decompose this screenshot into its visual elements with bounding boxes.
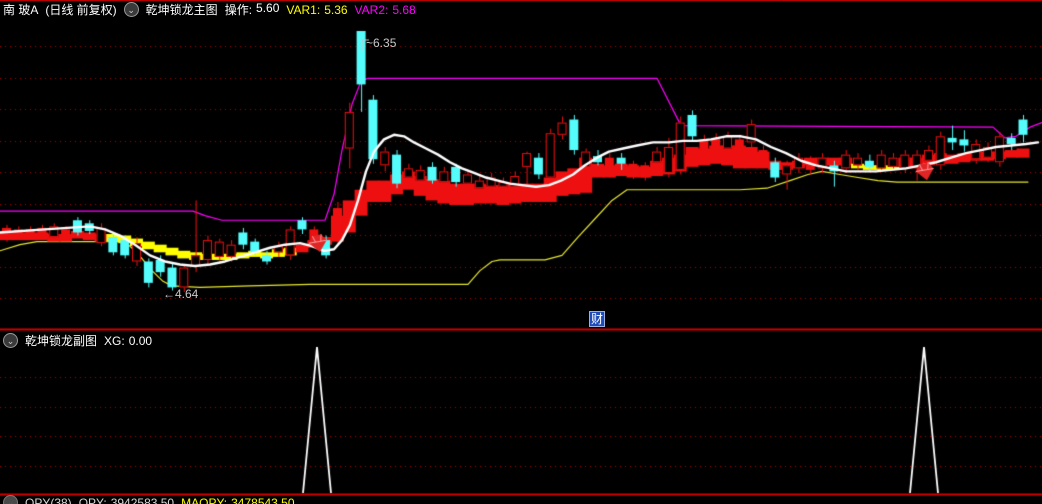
chevron-down-icon[interactable]: ⌄ (3, 333, 18, 348)
var1-label: VAR1: (286, 2, 321, 17)
xg-field: XG: 0.00 (104, 334, 152, 348)
symbol-name: 南 玻А (3, 3, 39, 17)
axis-date-badge: 财 (589, 311, 606, 327)
var1-value: 5.36 (324, 2, 348, 17)
sub-header: ⌄ 乾坤锁龙副图 XG: 0.00 (3, 332, 152, 349)
var1-field: VAR1: 5.36 (286, 3, 347, 17)
opy-field: OPY: 3942583.50 (79, 496, 174, 504)
var2-label: VAR2: (354, 2, 389, 17)
period-label: (日线 前复权) (45, 3, 117, 17)
bottom-panel: ⌄ OPY(38) OPY: 3942583.50 MAOPY: 3478543… (0, 495, 1042, 504)
chevron-down-icon[interactable]: ⌄ (123, 2, 139, 17)
maopy-value: 3478543.50 (231, 495, 295, 504)
xg-value: 0.00 (128, 333, 153, 348)
stock-chart-window: 南 玻А (日线 前复权) ⌄ 乾坤锁龙主图 操作: 5.60 VAR1: 5.… (0, 0, 1042, 504)
low-price-label: ←4.64 (163, 287, 199, 301)
high-price-label: ~6.35 (366, 36, 397, 50)
opy-value: 3942583.50 (110, 495, 175, 504)
caozuo-field: 操作: 5.60 (225, 1, 280, 18)
bottom-header: ⌄ OPY(38) OPY: 3942583.50 MAOPY: 3478543… (3, 495, 295, 504)
main-header: 南 玻А (日线 前复权) ⌄ 乾坤锁龙主图 操作: 5.60 VAR1: 5.… (3, 1, 416, 18)
sub-indicator-name[interactable]: 乾坤锁龙副图 (25, 332, 97, 349)
var2-field: VAR2: 5.68 (355, 3, 416, 17)
caozuo-label: 操作: (224, 3, 253, 17)
main-indicator-name[interactable]: 乾坤锁龙主图 (146, 1, 218, 18)
xg-label: XG: (104, 333, 125, 348)
chevron-down-icon[interactable]: ⌄ (3, 495, 18, 504)
maopy-label: MAOPY: (181, 495, 228, 504)
caozuo-value: 5.60 (256, 1, 280, 15)
main-chart-canvas[interactable] (0, 0, 1042, 504)
var2-value: 5.68 (392, 2, 416, 17)
opy-label: OPY: (78, 495, 107, 504)
opy-indicator-name[interactable]: OPY(38) (25, 496, 72, 504)
maopy-field: MAOPY: 3478543.50 (181, 496, 294, 504)
